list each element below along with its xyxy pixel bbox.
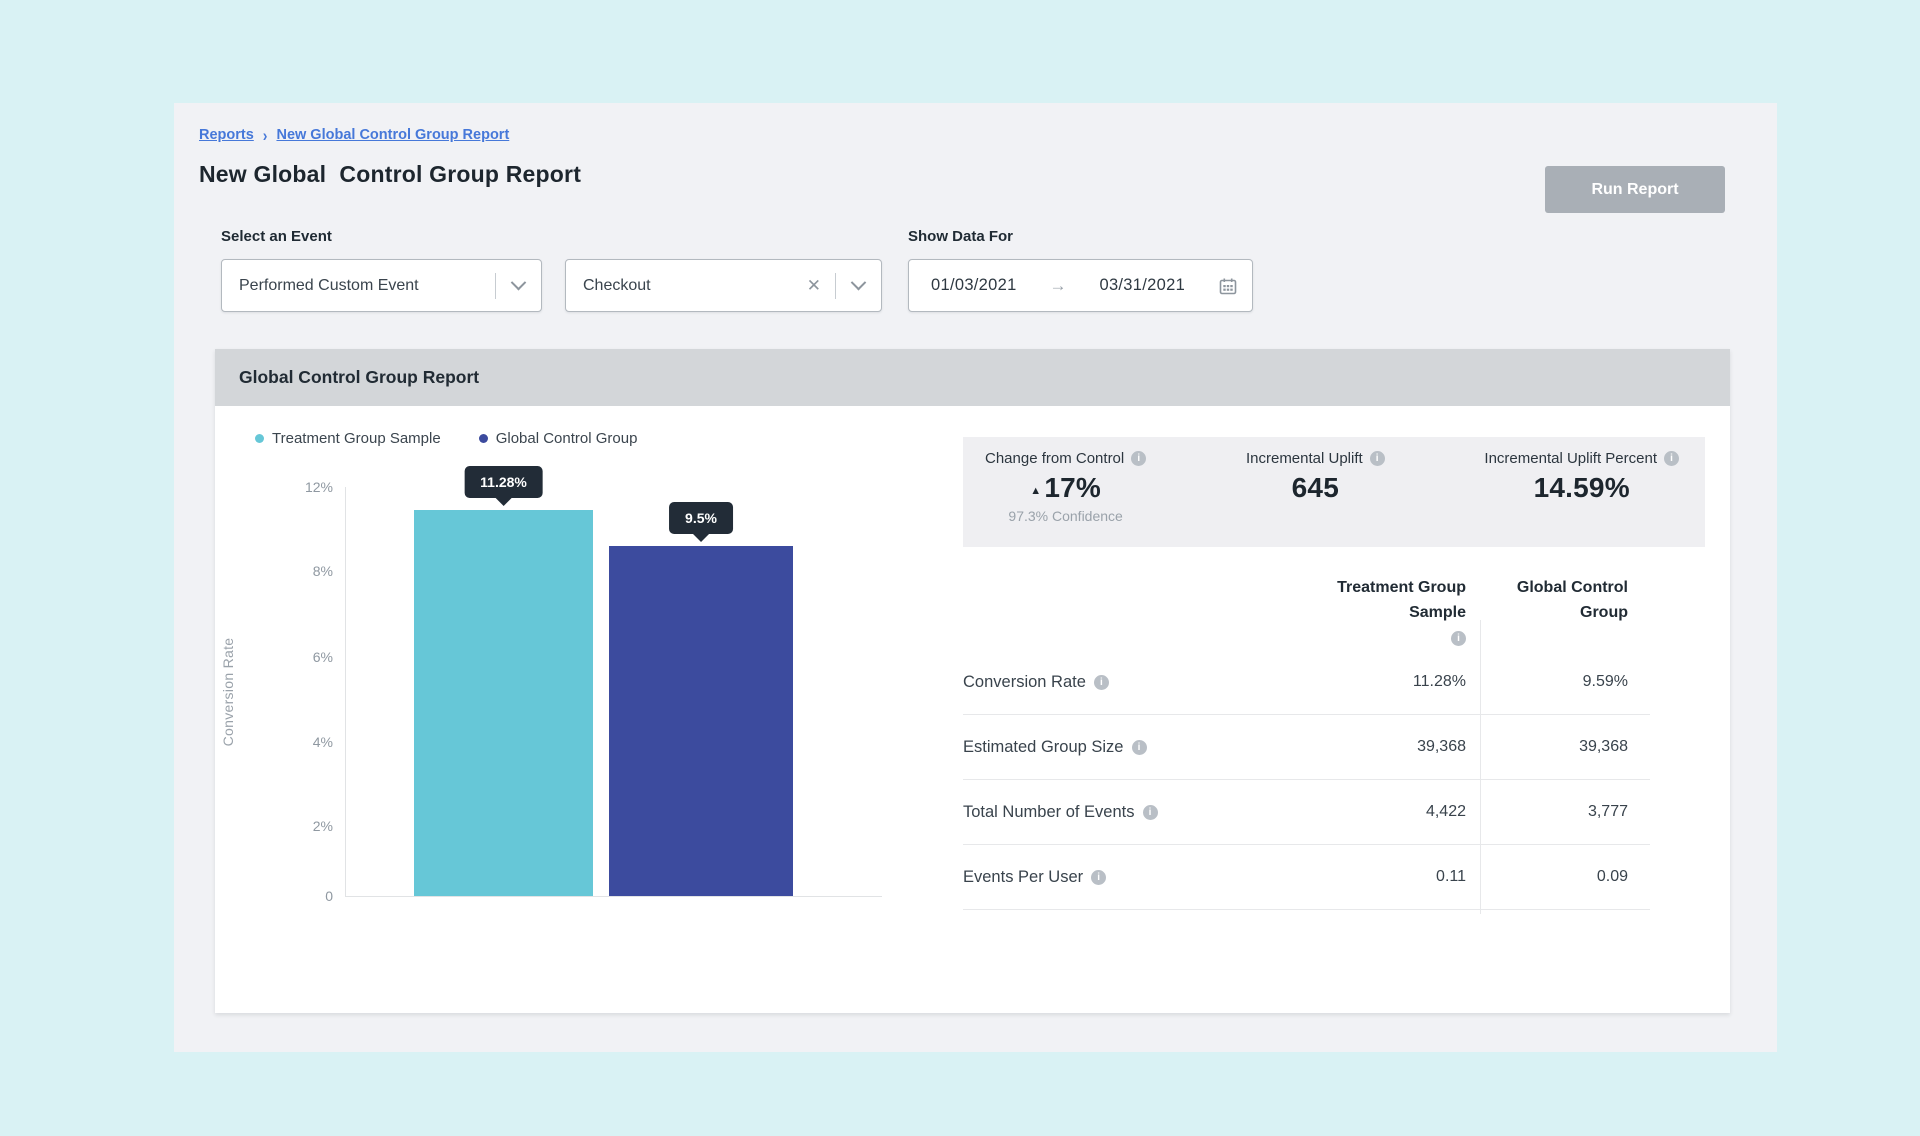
stat-value: 645 <box>1246 472 1385 504</box>
info-icon[interactable]: i <box>1132 740 1147 755</box>
show-data-for-label: Show Data For <box>908 228 1013 245</box>
page-title: New Global Control Group Report <box>199 161 581 188</box>
event-select-dropdown-controls: ✕ <box>793 260 881 311</box>
chart-legend: Treatment Group Sample Global Control Gr… <box>255 430 637 447</box>
breadcrumb: Reports › New Global Control Group Repor… <box>199 127 509 143</box>
event-type-value: Performed Custom Event <box>222 277 495 295</box>
stat-incremental-uplift-percent: Incremental Uplift Percent i 14.59% <box>1484 450 1679 547</box>
y-tick-label: 0 <box>325 888 333 904</box>
global-control-group-report-panel: Global Control Group Report Treatment Gr… <box>215 349 1730 1013</box>
info-icon[interactable]: i <box>1131 451 1146 466</box>
control-value: 3,777 <box>1480 803 1650 821</box>
stat-label: Incremental Uplift <box>1246 450 1363 467</box>
legend-item-treatment: Treatment Group Sample <box>255 430 441 447</box>
info-icon[interactable]: i <box>1664 451 1679 466</box>
control-column-header: Global Control Group <box>1480 576 1650 650</box>
table-row-total-number-of-events: Total Number of Events i 4,422 3,777 <box>963 780 1650 845</box>
legend-label: Global Control Group <box>496 430 638 447</box>
treatment-legend-dot-icon <box>255 434 264 443</box>
y-tick-label: 2% <box>313 818 333 834</box>
table-row-events-per-user: Events Per User i 0.11 0.09 <box>963 845 1650 910</box>
up-arrow-icon: ▲ <box>1030 485 1041 497</box>
event-select-dropdown[interactable]: Checkout ✕ <box>565 259 882 312</box>
treatment-group-bar[interactable]: 11.28% <box>414 510 593 896</box>
stat-value: ▲17% <box>985 472 1146 504</box>
start-date-value[interactable]: 01/03/2021 <box>931 276 1017 295</box>
event-type-dropdown[interactable]: Performed Custom Event <box>221 259 542 312</box>
legend-item-control: Global Control Group <box>479 430 638 447</box>
end-date-value[interactable]: 03/31/2021 <box>1099 276 1185 295</box>
treatment-bar-tooltip: 11.28% <box>464 466 543 498</box>
panel-title: Global Control Group Report <box>239 367 479 388</box>
stat-incremental-uplift: Incremental Uplift i 645 <box>1246 450 1385 547</box>
event-type-dropdown-toggle[interactable] <box>496 260 541 311</box>
control-value: 0.09 <box>1480 868 1650 886</box>
control-value: 39,368 <box>1480 738 1650 756</box>
stat-change-from-control: Change from Control i ▲17% 97.3% Confide… <box>985 450 1146 547</box>
treatment-value: 39,368 <box>1230 738 1480 756</box>
clear-selection-icon[interactable]: ✕ <box>793 276 835 296</box>
page-background: { "breadcrumb": { "separator": "›", "ite… <box>0 0 1920 1136</box>
panel-body: Treatment Group Sample Global Control Gr… <box>215 406 1730 1013</box>
stat-label: Change from Control <box>985 450 1124 467</box>
row-label: Total Number of Events <box>963 803 1135 822</box>
y-axis-label: Conversion Rate <box>220 637 236 746</box>
y-tick-label: 4% <box>313 734 333 750</box>
control-value: 9.59% <box>1480 673 1650 691</box>
column-header-text: Treatment Group Sample <box>1316 576 1466 626</box>
info-icon[interactable]: i <box>1451 631 1466 646</box>
treatment-value: 0.11 <box>1230 868 1480 886</box>
column-header-text: Global Control Group <box>1480 576 1628 626</box>
date-range-picker[interactable]: 01/03/2021 → 03/31/2021 <box>908 259 1253 312</box>
treatment-value: 4,422 <box>1230 803 1480 821</box>
chevron-down-icon <box>511 275 527 291</box>
panel-header: Global Control Group Report <box>215 349 1730 406</box>
info-icon[interactable]: i <box>1370 451 1385 466</box>
select-event-label: Select an Event <box>221 228 332 245</box>
y-tick-label: 6% <box>313 649 333 665</box>
table-row-estimated-group-size: Estimated Group Size i 39,368 39,368 <box>963 715 1650 780</box>
info-icon[interactable]: i <box>1143 805 1158 820</box>
event-select-dropdown-toggle[interactable] <box>836 260 881 311</box>
uplift-stats-strip: Change from Control i ▲17% 97.3% Confide… <box>963 437 1705 547</box>
table-column-divider <box>1480 620 1481 914</box>
date-range-arrow-icon: → <box>1050 276 1067 296</box>
confidence-text: 97.3% Confidence <box>985 508 1146 524</box>
event-type-dropdown-controls <box>495 260 541 311</box>
y-tick-label: 8% <box>313 563 333 579</box>
breadcrumb-link-current-report[interactable]: New Global Control Group Report <box>276 127 509 143</box>
legend-label: Treatment Group Sample <box>272 430 441 447</box>
run-report-button[interactable]: Run Report <box>1545 166 1725 213</box>
chevron-down-icon <box>851 275 867 291</box>
breadcrumb-link-reports[interactable]: Reports <box>199 127 254 143</box>
calendar-icon[interactable] <box>1218 276 1238 296</box>
treatment-column-header: Treatment Group Sample i <box>1230 576 1480 650</box>
table-header-spacer <box>963 576 1230 650</box>
comparison-table: Treatment Group Sample i Global Control G… <box>963 576 1650 910</box>
control-bar-tooltip: 9.5% <box>669 502 733 534</box>
table-header-row: Treatment Group Sample i Global Control G… <box>963 576 1650 650</box>
conversion-rate-bar-chart: Conversion Rate 12% 8% 6% 4% 2% 0 11.28%… <box>345 487 882 897</box>
stat-label: Incremental Uplift Percent <box>1484 450 1657 467</box>
table-row-conversion-rate: Conversion Rate i 11.28% 9.59% <box>963 650 1650 715</box>
control-group-bar[interactable]: 9.5% <box>609 546 793 896</box>
stat-value: 14.59% <box>1484 472 1679 504</box>
stat-value-text: 17% <box>1044 472 1101 503</box>
content-card: Reports › New Global Control Group Repor… <box>174 103 1777 1052</box>
info-icon[interactable]: i <box>1091 870 1106 885</box>
info-icon[interactable]: i <box>1094 675 1109 690</box>
row-label: Estimated Group Size <box>963 738 1124 757</box>
treatment-value: 11.28% <box>1230 673 1480 691</box>
breadcrumb-separator-icon: › <box>263 125 268 144</box>
row-label: Events Per User <box>963 868 1083 887</box>
control-legend-dot-icon <box>479 434 488 443</box>
event-select-value: Checkout <box>566 277 793 295</box>
y-tick-label: 12% <box>305 479 333 495</box>
row-label: Conversion Rate <box>963 673 1086 692</box>
